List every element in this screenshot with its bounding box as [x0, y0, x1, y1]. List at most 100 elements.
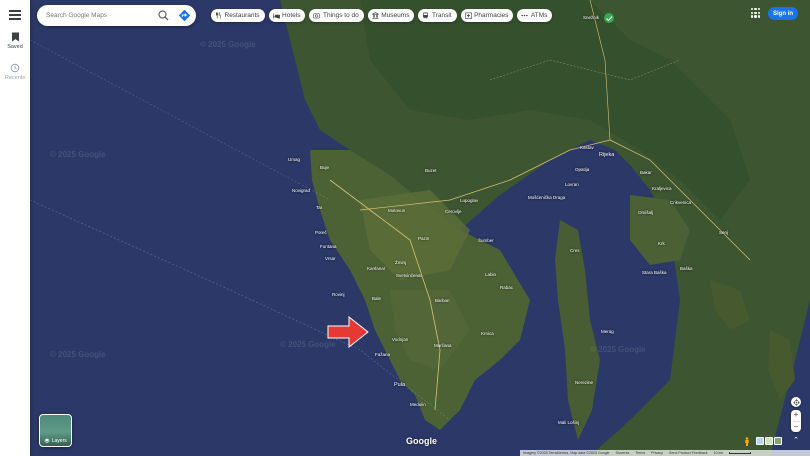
- place-label[interactable]: Baška: [680, 266, 693, 271]
- minimap-default[interactable]: [756, 437, 764, 445]
- place-label[interactable]: Novigrad: [292, 188, 310, 193]
- chip-things-to-do[interactable]: Things to do: [309, 9, 364, 22]
- transit-icon: [423, 12, 429, 19]
- recents-button[interactable]: Recents: [0, 63, 30, 81]
- place-label[interactable]: Krk: [658, 241, 665, 246]
- place-label[interactable]: Labin: [485, 272, 496, 277]
- location-icon: [792, 398, 800, 406]
- search-input[interactable]: [46, 9, 146, 22]
- apps-grid-icon[interactable]: [751, 8, 761, 18]
- museum-icon: [371, 12, 379, 19]
- place-label[interactable]: Svetvinčenat: [396, 273, 422, 278]
- terms-link[interactable]: Terms: [635, 451, 645, 455]
- place-label[interactable]: Vrsar: [325, 256, 336, 261]
- place-label[interactable]: Lovran: [565, 182, 579, 187]
- place-label[interactable]: Cerovlje: [445, 209, 462, 214]
- chip-restaurants[interactable]: Restaurants: [211, 9, 265, 22]
- scale-label[interactable]: 10 km: [714, 451, 724, 455]
- place-label[interactable]: Bale: [372, 296, 381, 301]
- sign-in-button[interactable]: Sign in: [768, 7, 798, 20]
- pegman-icon[interactable]: [743, 437, 751, 446]
- place-label[interactable]: Nerezine: [575, 380, 593, 385]
- place-label[interactable]: Barban: [435, 298, 450, 303]
- layers-label-row: Layers: [40, 438, 71, 444]
- place-label[interactable]: Motovun: [388, 208, 405, 213]
- watermark: © 2025 Google: [200, 40, 256, 49]
- menu-icon[interactable]: [9, 10, 21, 20]
- pharmacy-icon: [464, 12, 472, 19]
- imagery-attribution: Imagery ©2025 TerraMetrics, Map data ©20…: [523, 451, 610, 455]
- chip-atms[interactable]: ATMs: [517, 9, 553, 22]
- chip-label: Restaurants: [224, 12, 260, 19]
- place-label[interactable]: Medulin: [410, 402, 426, 407]
- place-label[interactable]: Pula: [394, 382, 405, 388]
- place-label[interactable]: Šumber: [478, 238, 494, 243]
- place-label[interactable]: Kraljevica: [652, 186, 672, 191]
- zoom-controls: + −: [791, 410, 801, 432]
- my-location-button[interactable]: [791, 397, 801, 407]
- place-label[interactable]: Buzet: [425, 168, 437, 173]
- place-label[interactable]: Mali Lošinj: [558, 420, 579, 425]
- place-label[interactable]: Žminj: [395, 260, 406, 265]
- watermark: © 2025 Google: [50, 150, 106, 159]
- chip-label: Museums: [381, 12, 410, 19]
- zoom-out-button[interactable]: −: [791, 421, 801, 432]
- country-link[interactable]: Slovenia: [616, 451, 630, 455]
- place-label[interactable]: Crikvenica: [670, 200, 691, 205]
- feedback-link[interactable]: Send Product Feedback: [669, 451, 708, 455]
- chip-museums[interactable]: Museums: [367, 9, 415, 22]
- red-arrow-marker: [327, 316, 369, 348]
- minimap-satellite[interactable]: [774, 437, 782, 445]
- search-icon[interactable]: [157, 9, 170, 22]
- minimap-terrain[interactable]: [765, 437, 773, 445]
- place-label[interactable]: Umag: [288, 157, 300, 162]
- chip-label: ATMs: [530, 12, 548, 19]
- chip-hotels[interactable]: Hotels: [268, 9, 306, 22]
- history-icon: [10, 63, 20, 73]
- expand-icon[interactable]: ⌃: [792, 437, 800, 445]
- place-label[interactable]: Bakar: [640, 170, 652, 175]
- directions-icon[interactable]: [178, 9, 191, 22]
- category-chips: Restaurants Hotels Things to do Museums …: [211, 9, 553, 22]
- place-label[interactable]: Rijeka: [599, 152, 614, 158]
- hotel-icon: [272, 13, 280, 19]
- left-rail: Saved Recents: [0, 0, 30, 456]
- saved-label: Saved: [7, 44, 23, 50]
- place-label[interactable]: Rovinj: [332, 292, 345, 297]
- scale-bar: [729, 452, 752, 454]
- place-label[interactable]: Mošćenička Draga: [528, 195, 565, 200]
- place-label[interactable]: Pazin: [418, 236, 429, 241]
- place-label[interactable]: Stara Baška: [642, 270, 667, 275]
- place-label[interactable]: Merag: [601, 329, 614, 334]
- zoom-in-button[interactable]: +: [791, 410, 801, 421]
- chip-pharmacies[interactable]: Pharmacies: [460, 9, 514, 22]
- more-icon: [521, 14, 529, 17]
- map-canvas[interactable]: © 2025 Google © 2025 Google © 2025 Googl…: [30, 0, 810, 456]
- place-label[interactable]: Fažana: [375, 352, 390, 357]
- place-label[interactable]: Kanfanar: [367, 266, 385, 271]
- place-label[interactable]: Rabac: [500, 285, 513, 290]
- google-logo: Google: [406, 436, 437, 446]
- place-label[interactable]: Tar: [316, 205, 322, 210]
- place-label[interactable]: Cres: [570, 248, 580, 253]
- minimap-thumbnails: [756, 437, 782, 445]
- place-label[interactable]: Snežnik: [583, 15, 599, 20]
- place-label[interactable]: Buje: [320, 165, 329, 170]
- place-label[interactable]: Opatija: [575, 167, 589, 172]
- place-label[interactable]: Marčana: [434, 343, 452, 348]
- search-box: [37, 5, 196, 26]
- layers-icon: [44, 438, 50, 444]
- place-label[interactable]: Vodnjan: [392, 337, 408, 342]
- chip-transit[interactable]: Transit: [418, 9, 457, 22]
- place-label[interactable]: Krnica: [481, 331, 494, 336]
- place-label[interactable]: Senj: [719, 230, 728, 235]
- saved-button[interactable]: Saved: [0, 32, 30, 50]
- place-label[interactable]: Funtana: [320, 244, 337, 249]
- layers-label: Layers: [51, 438, 67, 444]
- place-label[interactable]: Omišalj: [638, 210, 653, 215]
- place-label[interactable]: Lupoglav: [460, 198, 478, 203]
- place-label[interactable]: Kastav: [580, 145, 594, 150]
- place-label[interactable]: Poreč: [315, 230, 327, 235]
- layers-button[interactable]: Layers: [39, 414, 72, 447]
- privacy-link[interactable]: Privacy: [651, 451, 663, 455]
